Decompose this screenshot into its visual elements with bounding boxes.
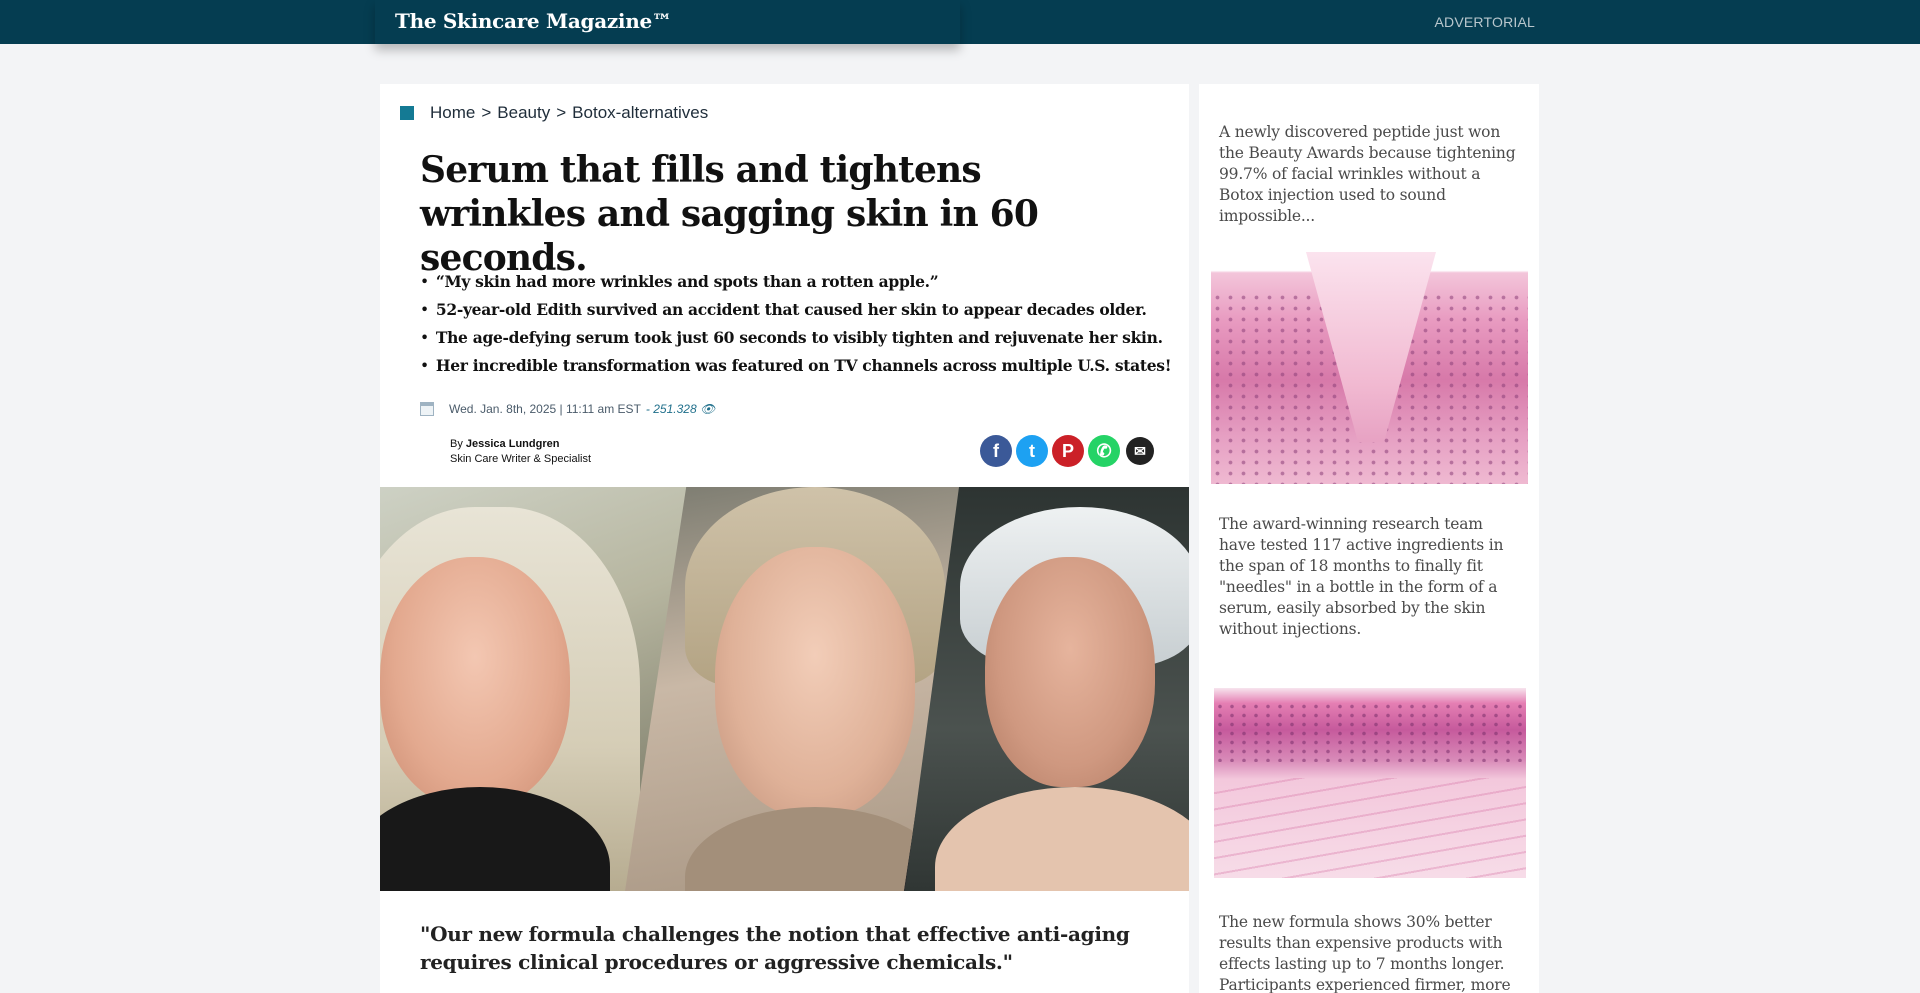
- highlight-item: Her incredible transformation was featur…: [420, 352, 1172, 380]
- sidebar-paragraph: The award-winning research team have tes…: [1219, 515, 1504, 638]
- article-main: Home > Beauty > Botox-alternatives Serum…: [380, 84, 1189, 993]
- facebook-share-button[interactable]: f: [980, 435, 1012, 467]
- sidebar: A newly discovered peptide just won the …: [1199, 84, 1539, 993]
- whatsapp-icon: ✆: [1096, 440, 1112, 461]
- highlights-list: “My skin had more wrinkles and spots tha…: [420, 268, 1172, 380]
- author-line: By Jessica Lundgren: [450, 437, 591, 452]
- highlight-item: The age-defying serum took just 60 secon…: [420, 324, 1163, 352]
- author-role: Skin Care Writer & Specialist: [450, 453, 592, 465]
- facebook-icon: f: [993, 440, 999, 461]
- face-shape: [715, 547, 915, 817]
- skin-histology-image-smooth: [1214, 688, 1526, 878]
- dermis-texture: [1214, 778, 1526, 878]
- publish-date: Wed. Jan. 8th, 2025 | 11:11 am EST: [449, 402, 641, 416]
- view-count: - 251.328 👁: [645, 402, 716, 416]
- highlight-item: “My skin had more wrinkles and spots tha…: [420, 268, 1160, 296]
- pinterest-icon: P: [1061, 440, 1074, 461]
- breadcrumb-marker-icon: [400, 106, 414, 120]
- brand-container: The Skincare Magazine™: [375, 0, 960, 44]
- highlight-item: 52-year-old Edith survived an accident t…: [420, 296, 1160, 324]
- whatsapp-share-button[interactable]: ✆: [1088, 435, 1120, 467]
- twitter-share-button[interactable]: t: [1016, 435, 1048, 467]
- shoulder-shape: [685, 807, 945, 891]
- breadcrumb-separator: >: [481, 103, 492, 122]
- author-name[interactable]: Jessica Lundgren: [466, 438, 560, 450]
- face-shape: [380, 557, 570, 807]
- calendar-icon: [420, 402, 434, 416]
- email-icon: ✉: [1134, 442, 1146, 459]
- twitter-icon: t: [1029, 440, 1035, 461]
- article-meta: Wed. Jan. 8th, 2025 | 11:11 am EST - 251…: [420, 402, 715, 416]
- breadcrumb: Home > Beauty > Botox-alternatives: [400, 101, 708, 125]
- face-shape: [985, 557, 1155, 787]
- hero-image: [380, 487, 1189, 891]
- shoulder-shape: [935, 787, 1189, 891]
- email-share-button[interactable]: ✉: [1126, 437, 1154, 465]
- sidebar-paragraph: The new formula shows 30% better results…: [1219, 913, 1511, 993]
- author-byline: By Jessica Lundgren Skin Care Writer & S…: [450, 437, 591, 467]
- pull-quote: "Our new formula challenges the notion t…: [420, 922, 1130, 974]
- author-prefix: By: [450, 438, 463, 450]
- breadcrumb-separator: >: [556, 103, 567, 122]
- site-logo[interactable]: The Skincare Magazine™: [395, 9, 672, 33]
- sidebar-paragraph: A newly discovered peptide just won the …: [1219, 123, 1516, 225]
- breadcrumb-botox-alternatives[interactable]: Botox-alternatives: [572, 103, 708, 123]
- cell-texture: [1214, 702, 1526, 762]
- article-headline: Serum that fills and tightens wrinkles a…: [420, 149, 1039, 279]
- skin-histology-image-wrinkle: [1211, 252, 1528, 484]
- advertorial-label: ADVERTORIAL: [1434, 14, 1535, 30]
- share-buttons: f t P ✆ ✉: [980, 435, 1154, 467]
- top-navbar: The Skincare Magazine™ ADVERTORIAL: [0, 0, 1920, 44]
- pinterest-share-button[interactable]: P: [1052, 435, 1084, 467]
- breadcrumb-home[interactable]: Home: [430, 103, 475, 123]
- breadcrumb-beauty[interactable]: Beauty: [497, 103, 550, 123]
